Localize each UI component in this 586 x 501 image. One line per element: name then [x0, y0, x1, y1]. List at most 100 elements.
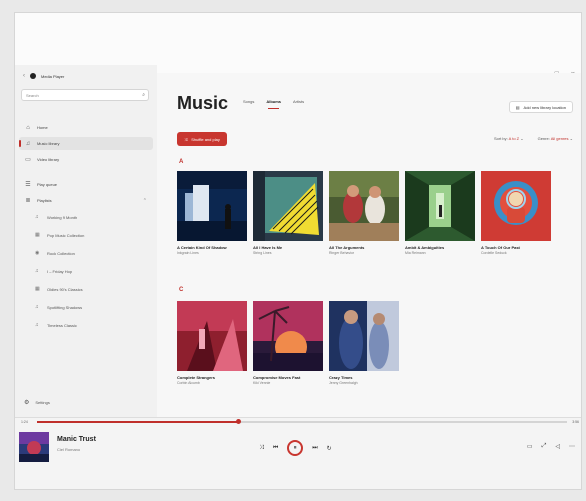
playlist-item[interactable]: ♫ Spotlifting Shadows [29, 301, 149, 313]
music-note-icon: ♫ [35, 322, 39, 328]
sort-dropdown[interactable]: Sort by: A to Z ⌄ [494, 136, 524, 141]
playlist-label: Timeless Classic [47, 322, 77, 328]
search-placeholder: Search [26, 93, 39, 98]
album-artist: Jenny Greenhalgh [329, 381, 358, 385]
next-icon[interactable]: ⏭ [312, 445, 317, 452]
nav-video-library[interactable]: ▭ Video library [19, 153, 153, 166]
search-icon[interactable]: ⌕ [142, 92, 145, 98]
progress-bar[interactable] [37, 419, 567, 424]
album-card[interactable]: A Certain Kind Of Shadow Inkgrain Lines [177, 171, 247, 255]
shuffle-label: Shuffle and play [191, 136, 220, 142]
chevron-up-icon[interactable]: ⌃ [143, 198, 147, 204]
view-tabs: Songs Albums Artists [243, 99, 304, 109]
app-name: Media Player [41, 73, 65, 79]
album-card[interactable]: Compromise Moves Fast Kiki Vennie [253, 301, 323, 385]
folder-add-icon: ▤ [515, 104, 520, 110]
now-playing-cover[interactable] [19, 432, 49, 462]
album-grid-icon: ▦ [35, 232, 40, 238]
playlist-item[interactable]: ◉ Rock Collection [29, 247, 149, 259]
album-cover [177, 171, 247, 241]
album-cover [177, 301, 247, 371]
queue-icon: ☰ [25, 182, 31, 188]
album-artist: Cordelle Seduck [481, 251, 507, 255]
add-folder-button[interactable]: ▤ Add new library location [508, 101, 573, 113]
pause-button[interactable]: ⏸ [287, 440, 304, 456]
album-artist: Kiki Vennie [253, 381, 271, 385]
album-title: All I Have Is Me [253, 245, 283, 250]
section-letter[interactable]: C [179, 287, 183, 293]
playlist-label: I – Friday Hop [47, 268, 73, 274]
genre-dropdown[interactable]: Genre: All genres ⌄ [538, 136, 573, 141]
tab-albums[interactable]: Albums [266, 99, 281, 109]
more-options-icon[interactable]: ⋯ [569, 443, 575, 450]
tab-songs[interactable]: Songs [243, 99, 254, 104]
playlist-label: Oldies 90's Classics [47, 286, 83, 292]
playlist-label: Working 9 Month [47, 214, 78, 220]
total-time: 3:56 [572, 420, 579, 424]
playlist-item[interactable]: ▦ Pop Music Collection [29, 229, 149, 241]
player-extra-controls: ▭ ⤢ ◁ ⋯ [527, 443, 575, 450]
nav-play-queue[interactable]: ☰ Play queue [19, 178, 153, 191]
playlist-label: Spotlifting Shadows [47, 304, 83, 310]
playlist-item[interactable]: ▦ Oldies 90's Classics [29, 283, 149, 295]
album-cover [253, 171, 323, 241]
album-title: Compromise Moves Fast [253, 375, 301, 380]
album-artist: Ringer Behavior [329, 251, 355, 255]
nav-music-library[interactable]: ♫ Music library [19, 137, 153, 150]
album-card[interactable]: Complete Strangers Corbin Alcumb [177, 301, 247, 385]
progress-fill [37, 421, 239, 423]
miniplayer-icon[interactable]: ▭ [527, 443, 533, 450]
music-note-icon: ♫ [35, 268, 39, 274]
playlist-item[interactable]: ♫ Timeless Classic [29, 319, 149, 331]
album-cover [329, 171, 399, 241]
chevron-down-icon: ⌄ [569, 136, 573, 141]
settings-label: Settings [35, 400, 50, 405]
nav-label: Play queue [37, 182, 58, 187]
chevron-down-icon: ⌄ [520, 136, 524, 141]
music-note-icon: ♫ [25, 140, 31, 147]
playlist-icon: ≣ [25, 198, 31, 204]
album-cover [253, 301, 323, 371]
nav-home[interactable]: ⌂ Home [19, 121, 153, 134]
volume-icon[interactable]: ◁ [555, 443, 560, 450]
album-card[interactable]: Crazy Times Jenny Greenhalgh [329, 301, 399, 385]
track-artist[interactable]: Ciel Romano [57, 447, 80, 452]
playlist-item[interactable]: ♫ I – Friday Hop [29, 265, 149, 277]
shuffle-play-button[interactable]: ⤨ Shuffle and play [177, 132, 227, 146]
album-card[interactable]: A Touch Of Our Past Cordelle Seduck [481, 171, 551, 255]
back-arrow-icon[interactable]: ‹ [23, 73, 25, 79]
nav-label: Playlists [37, 198, 52, 203]
album-title: Crazy Times [329, 375, 353, 380]
nav-playlists[interactable]: ≣ Playlists ⌃ [19, 194, 153, 207]
album-artist: Mia Reimann [405, 251, 426, 255]
playlist-label: Pop Music Collection [47, 232, 85, 238]
nav-label: Home [37, 125, 48, 130]
playback-controls: ⤨ ⏮ ⏸ ⏭ ↻ [259, 440, 332, 456]
album-artist: Inkgrain Lines [177, 251, 199, 255]
search-input[interactable]: Search ⌕ [21, 89, 149, 101]
fullscreen-icon[interactable]: ⤢ [542, 443, 547, 450]
playlist-item[interactable]: ♫ Working 9 Month [29, 211, 149, 223]
track-title[interactable]: Manic Trust [57, 436, 96, 443]
shuffle-icon[interactable]: ⤨ [259, 445, 264, 452]
sort-filter-bar: Sort by: A to Z ⌄ Genre: All genres ⌄ [494, 136, 573, 141]
repeat-icon[interactable]: ↻ [327, 445, 332, 452]
add-folder-label: Add new library location [523, 104, 566, 110]
title-bar [15, 13, 581, 73]
playlist-label: Rock Collection [47, 250, 75, 256]
gear-icon: ⚙ [24, 400, 30, 406]
main-content: Music Songs Albums Artists ▤ Add new lib… [157, 73, 581, 417]
album-grid-icon: ▦ [35, 286, 40, 292]
album-card[interactable]: Ambit & Ambiguities Mia Reimann [405, 171, 475, 255]
disc-icon: ◉ [35, 250, 40, 256]
album-card[interactable]: All I Have Is Me String Lines [253, 171, 323, 255]
album-card[interactable]: All The Arguments Ringer Behavior [329, 171, 399, 255]
app-header: ‹ Media Player [23, 73, 64, 79]
section-letter[interactable]: A [179, 159, 183, 165]
elapsed-time: 1:24 [21, 420, 28, 424]
tab-artists[interactable]: Artists [293, 99, 304, 104]
settings-item[interactable]: ⚙ Settings [19, 399, 50, 406]
previous-icon[interactable]: ⏮ [273, 445, 278, 452]
progress-knob[interactable] [236, 419, 242, 424]
pause-icon: ⏸ [293, 444, 297, 451]
